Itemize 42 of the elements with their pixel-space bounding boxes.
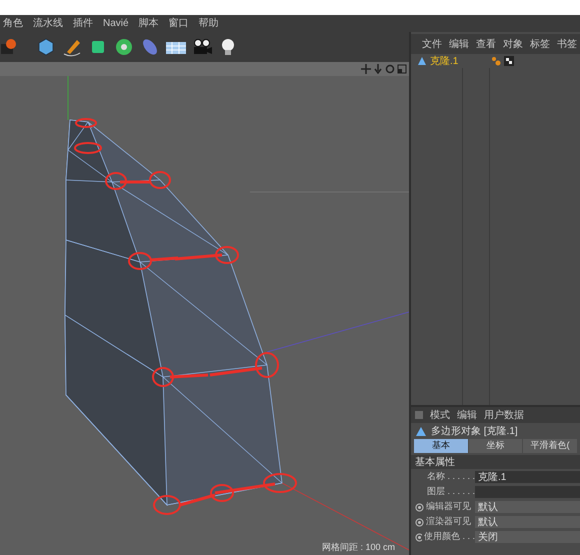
- menu-item[interactable]: 流水线: [33, 16, 63, 31]
- window-icon[interactable]: [397, 64, 407, 74]
- menu-item[interactable]: 脚本: [138, 16, 159, 31]
- grip-icon[interactable]: [415, 411, 423, 419]
- menu-item[interactable]: 帮助: [198, 16, 219, 31]
- tab[interactable]: 平滑着色(: [523, 439, 578, 453]
- menu-item[interactable]: 书签: [557, 36, 577, 52]
- radio-icon[interactable]: [415, 532, 422, 542]
- field-label: 使用颜色 . . .: [424, 530, 475, 544]
- menu-item[interactable]: 角色: [3, 16, 23, 31]
- grid-spacing-text: 网格间距 : 100 cm: [322, 540, 395, 554]
- move-icon[interactable]: [361, 64, 371, 74]
- field-label: 名称 . . . . . .: [426, 470, 475, 484]
- menu-item[interactable]: 编辑: [457, 408, 477, 422]
- polygon-object-icon: [417, 56, 427, 66]
- menu-item[interactable]: 模式: [430, 408, 450, 422]
- menu-item[interactable]: 标签: [530, 36, 550, 52]
- polygon-object-icon: [415, 426, 427, 436]
- dropdown[interactable]: 默认: [475, 501, 580, 513]
- menu-item[interactable]: Navié: [103, 16, 129, 31]
- object-name[interactable]: 克隆.1: [430, 54, 458, 68]
- viewport[interactable]: 网格间距 : 100 cm: [0, 76, 409, 555]
- menu-item[interactable]: 用户数据: [484, 408, 524, 422]
- menu-item[interactable]: 文件: [422, 36, 442, 52]
- section-title: 基本属性: [415, 456, 455, 470]
- tab[interactable]: 基本: [414, 439, 468, 453]
- menu-item[interactable]: 查看: [476, 36, 496, 52]
- checker-tag-icon[interactable]: [504, 56, 514, 66]
- menu-item[interactable]: 插件: [73, 16, 93, 31]
- menu-item[interactable]: 窗口: [168, 16, 189, 31]
- input-field[interactable]: 克隆.1: [475, 471, 580, 483]
- menu-item[interactable]: 对象: [503, 36, 523, 52]
- rotate-icon[interactable]: [385, 64, 395, 74]
- object-title: 多边形对象 [克隆.1]: [431, 424, 518, 438]
- dropdown[interactable]: 默认: [475, 516, 580, 528]
- tab[interactable]: 坐标: [468, 439, 522, 453]
- field-label: 图层 . . . . . .: [426, 485, 475, 498]
- menu-item[interactable]: 编辑: [449, 36, 469, 52]
- field-label: 渲染器可见: [426, 515, 471, 528]
- dropdown[interactable]: 关闭: [475, 531, 580, 543]
- down-arrow-icon[interactable]: [373, 64, 383, 74]
- field-label: 编辑器可见: [426, 500, 471, 514]
